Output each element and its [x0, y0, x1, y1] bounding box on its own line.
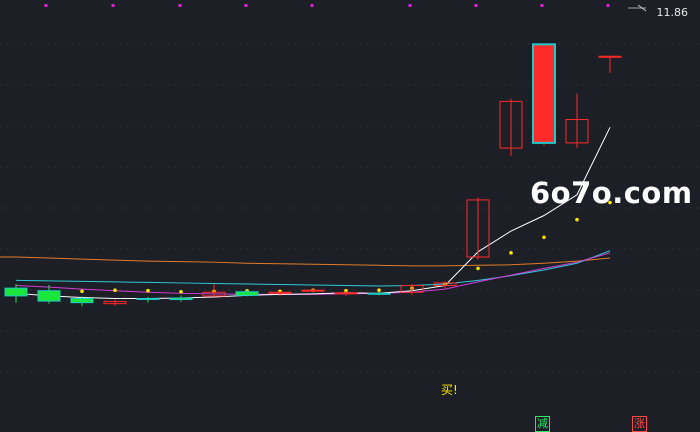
period-marker [310, 4, 314, 7]
candle-body [367, 292, 391, 295]
candle-body [301, 289, 325, 292]
candle-body [235, 291, 259, 296]
price-label: 11.86 [656, 6, 689, 19]
indicator-dot [179, 289, 183, 294]
candlestick-chart [0, 4, 700, 373]
indicator-dot [542, 235, 546, 240]
period-marker [111, 4, 115, 7]
indicator-dot [476, 266, 480, 271]
period-marker [474, 4, 478, 7]
candle-body [532, 43, 556, 144]
candle-body [37, 290, 61, 302]
candle-body [4, 287, 28, 297]
period-marker [540, 4, 544, 7]
candle-body [169, 297, 193, 301]
indicator-dot [113, 288, 117, 293]
candle-body [334, 292, 358, 295]
candle-body [136, 298, 160, 300]
indicator-dot [377, 288, 381, 293]
indicator-dot [575, 217, 579, 222]
indicator-dot [509, 251, 513, 255]
period-marker [44, 4, 48, 7]
ma-cyan-line [15, 250, 611, 287]
watermark: 6o7o.com [530, 176, 693, 210]
period-marker [408, 4, 412, 7]
indicator-dot [80, 289, 84, 294]
ma-orange-line [0, 256, 611, 267]
period-marker [178, 4, 182, 7]
period-marker [606, 4, 610, 7]
indicator-dot [146, 288, 150, 293]
buy-signal-label: 买! [441, 383, 458, 397]
period-marker [244, 4, 248, 7]
candle-body [70, 298, 94, 304]
